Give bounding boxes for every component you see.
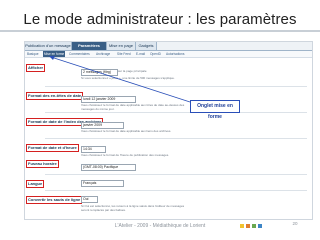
settings-screenshot: Publication d'un message Paramètres Mise… <box>24 41 313 220</box>
footer-square-icon <box>252 224 256 228</box>
footer-square-icon <box>240 224 244 228</box>
footer-square-icon <box>246 224 250 228</box>
callout-arrow <box>49 56 191 103</box>
footer-text: L'Atelier - 2009 - Médiathèque de Lorien… <box>114 223 206 229</box>
slide-title: Le mode administrateur : les paramètres <box>23 11 297 28</box>
page-number: 20 <box>292 221 298 226</box>
title-divider <box>0 30 320 32</box>
footer-square-icon <box>258 224 262 228</box>
